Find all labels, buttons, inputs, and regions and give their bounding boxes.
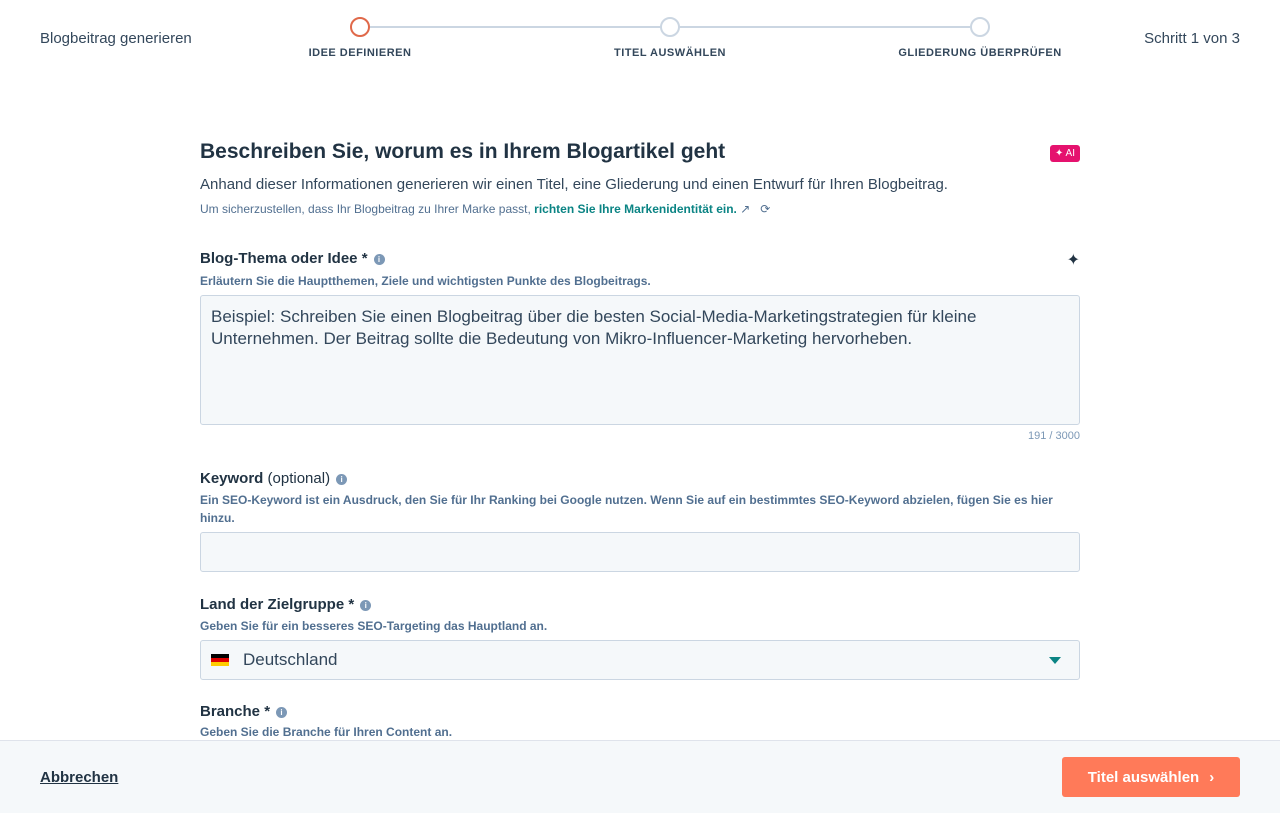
brand-note-text: Um sicherzustellen, dass Ihr Blogbeitrag… (200, 202, 531, 216)
country-label: Land der Zielgruppe * i (200, 596, 1080, 613)
topic-label: Blog-Thema oder Idee * i (200, 250, 1080, 267)
ai-badge: ✦ AI (1049, 145, 1080, 162)
topic-help: Erläutern Sie die Hauptthemen, Ziele und… (200, 274, 651, 288)
chevron-down-icon (1049, 657, 1061, 664)
industry-help: Geben Sie die Branche für Ihren Content … (200, 725, 453, 739)
info-icon[interactable]: i (276, 707, 288, 718)
step-label-1: IDEE DEFINIEREN (308, 47, 412, 59)
step-label-2: TITEL AUSWÄHLEN (614, 47, 726, 59)
keyword-input[interactable] (200, 532, 1080, 572)
step-counter: Schritt 1 von 3 (1144, 30, 1240, 47)
external-link-icon: ↗ (740, 202, 751, 216)
info-icon[interactable]: i (360, 600, 372, 611)
optional-tag: (optional) (267, 470, 331, 487)
description: Anhand dieser Informationen generieren w… (200, 176, 948, 193)
sparkle-icon[interactable]: ✦ (1067, 250, 1080, 270)
next-button-label: Titel auswählen (1087, 768, 1200, 786)
keyword-help: Ein SEO-Keyword ist ein Ausdruck, den Si… (200, 493, 1053, 525)
brand-identity-link[interactable]: richten Sie Ihre Markenidentität ein. (534, 202, 737, 216)
form: Beschreiben Sie, worum es in Ihrem Bloga… (200, 140, 1080, 740)
country-select[interactable]: Deutschland (200, 640, 1080, 680)
info-icon[interactable]: i (336, 474, 348, 485)
brand-note: Um sicherzustellen, dass Ihr Blogbeitrag… (200, 202, 1080, 216)
keyword-label: Keyword (optional) i (200, 470, 1080, 487)
chevron-right-icon: › (1209, 768, 1215, 786)
char-counter: 191 / 3000 (1028, 430, 1080, 442)
step-dot-2 (660, 17, 680, 37)
step-dot-3 (970, 17, 990, 37)
industry-label-text: Branche * (200, 703, 271, 720)
topic-label-text: Blog-Thema oder Idee * (200, 250, 368, 267)
stepper-header: Blogbeitrag generieren IDEE DEFINIEREN T… (0, 0, 1280, 80)
topic-textarea[interactable]: Beispiel: Schreiben Sie einen Blogbeitra… (200, 295, 1080, 425)
refresh-icon[interactable]: ⟳ (760, 202, 770, 216)
footer: Abbrechen Titel auswählen › (0, 740, 1280, 813)
info-icon[interactable]: i (373, 254, 385, 265)
industry-label: Branche * i (200, 703, 1080, 720)
next-button[interactable]: Titel auswählen › (1062, 757, 1240, 797)
cancel-button[interactable]: Abbrechen (40, 769, 118, 786)
app-title: Blogbeitrag generieren (40, 30, 192, 47)
germany-flag-icon (211, 654, 229, 666)
keyword-label-text: Keyword (200, 470, 264, 487)
country-value: Deutschland (243, 650, 338, 669)
step-dot-1 (350, 17, 370, 37)
country-label-text: Land der Zielgruppe * (200, 596, 355, 613)
step-label-3: GLIEDERUNG ÜBERPRÜFEN (898, 47, 1062, 59)
country-help: Geben Sie für ein besseres SEO-Targeting… (200, 619, 548, 633)
page-title: Beschreiben Sie, worum es in Ihrem Bloga… (200, 140, 726, 163)
